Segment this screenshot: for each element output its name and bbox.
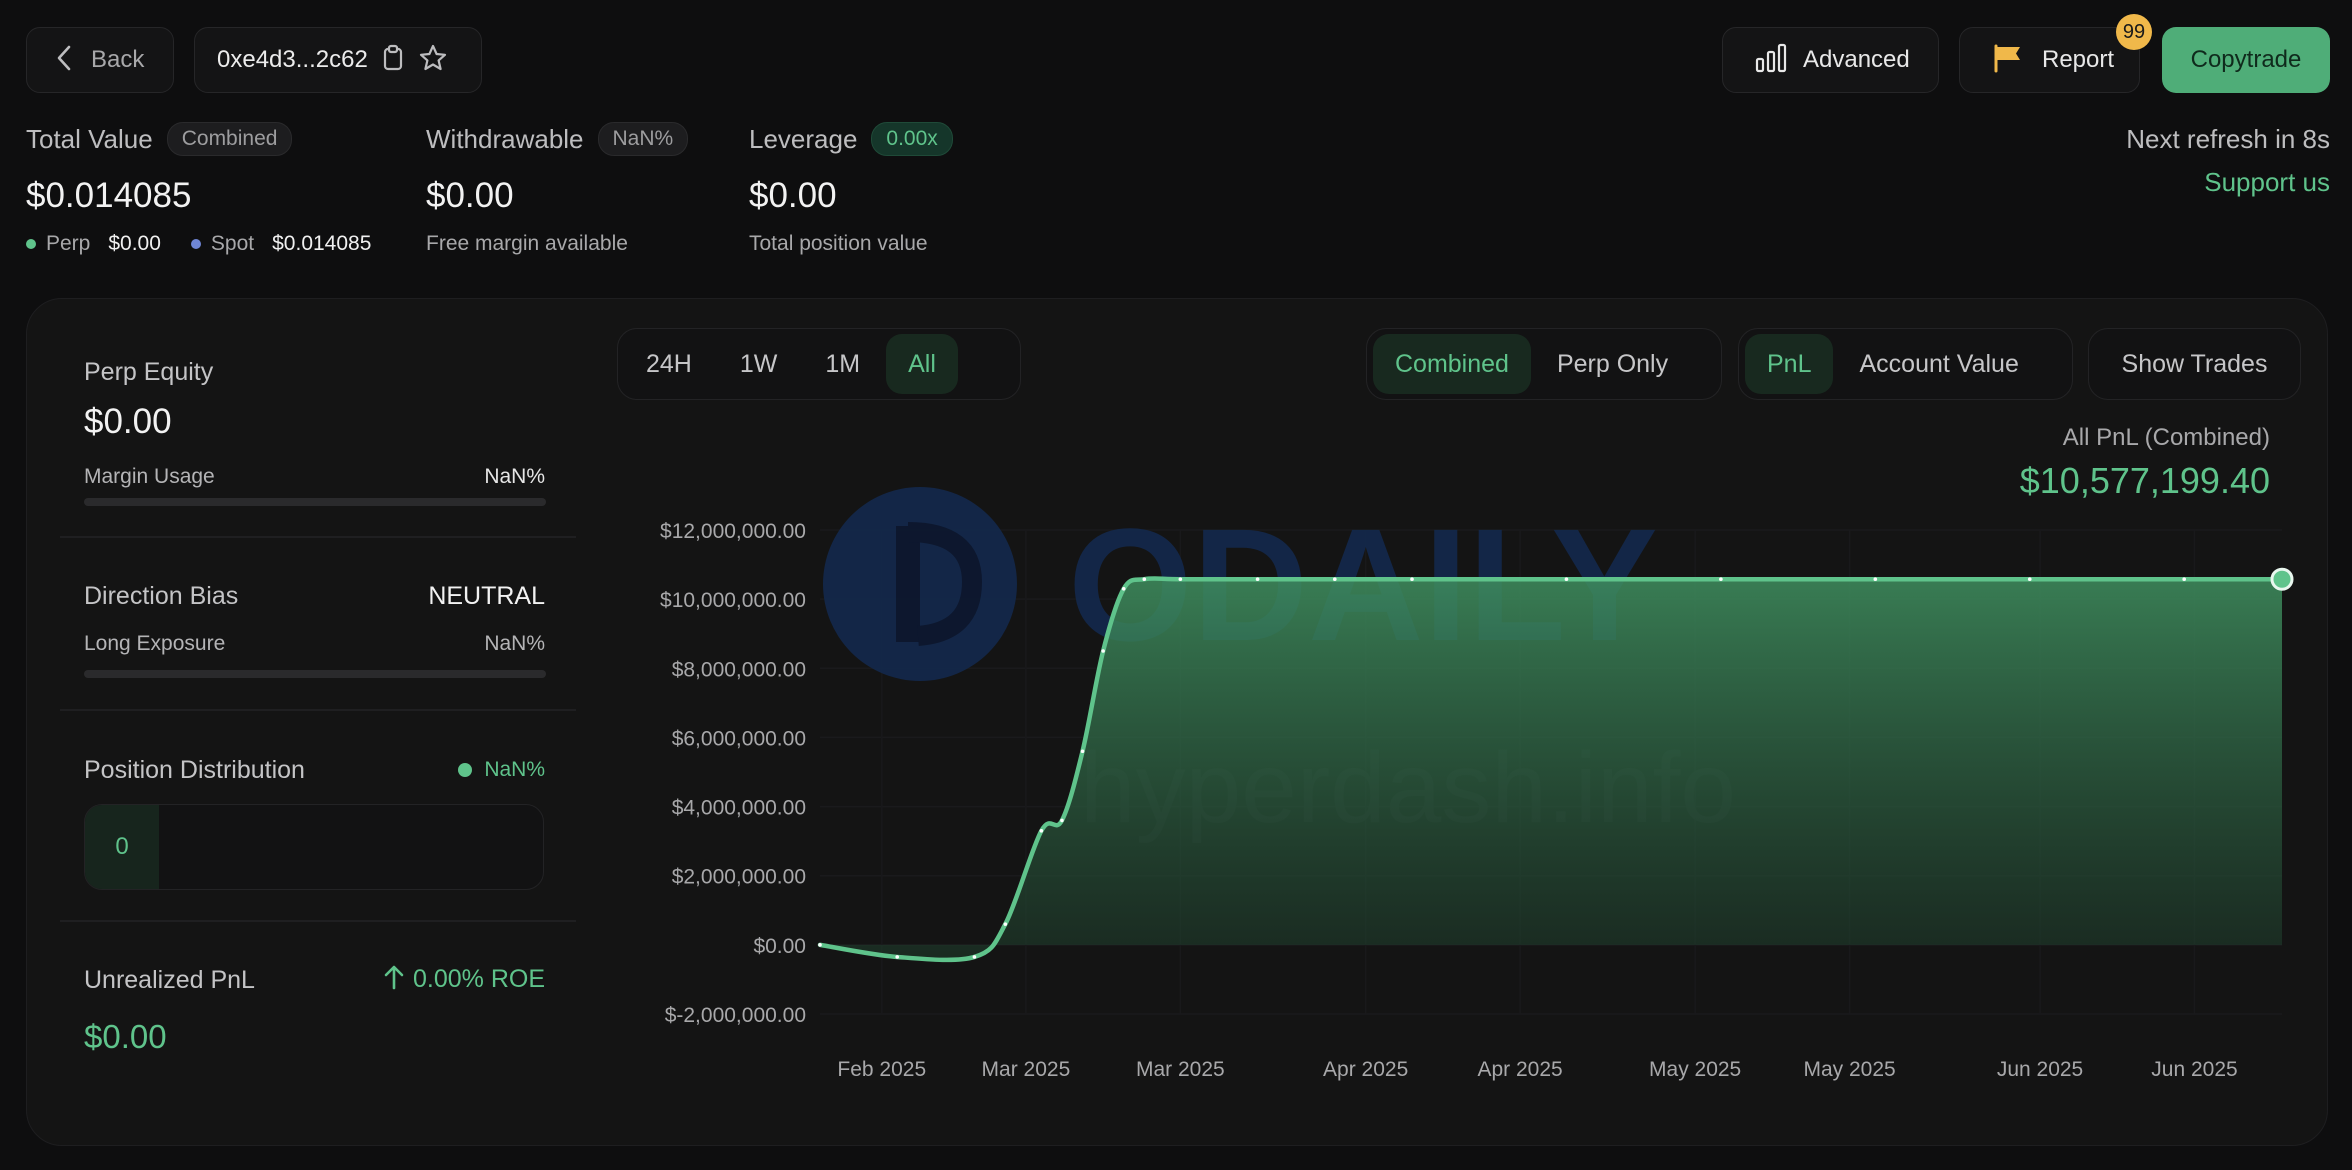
withdrawable-pill: NaN% <box>597 122 689 156</box>
perp-value: $0.00 <box>108 232 161 255</box>
report-button[interactable]: Report <box>1959 27 2140 93</box>
arrow-up-icon <box>383 964 405 995</box>
margin-usage-label: Margin Usage <box>84 465 215 488</box>
perp-dot <box>26 239 36 249</box>
scope-selector: Combined Perp Only <box>1366 328 1722 400</box>
divider <box>60 536 576 538</box>
refresh-status: Next refresh in 8s <box>2126 124 2330 154</box>
main-card <box>26 298 2328 1146</box>
copy-icon[interactable] <box>382 44 404 77</box>
position-distribution-bar: 0 <box>84 804 544 890</box>
perp-label: Perp <box>46 232 91 255</box>
advanced-button[interactable]: Advanced <box>1722 27 1939 93</box>
show-trades-button[interactable]: Show Trades <box>2088 328 2301 400</box>
direction-bias-label: Direction Bias <box>84 582 239 610</box>
total-value: $0.014085 <box>26 176 192 215</box>
divider <box>60 920 576 922</box>
leverage-pill: 0.00x <box>871 122 953 156</box>
position-count: 0 <box>115 833 129 860</box>
show-trades-label: Show Trades <box>2121 349 2268 378</box>
tab-24h[interactable]: 24H <box>624 334 714 394</box>
tab-1w[interactable]: 1W <box>718 334 800 394</box>
position-distribution-label: Position Distribution <box>84 756 305 784</box>
tab-perp-only[interactable]: Perp Only <box>1535 334 1690 394</box>
wallet-address: 0xe4d3...2c62 <box>217 46 368 73</box>
back-button[interactable]: Back <box>26 27 174 93</box>
address-chip: 0xe4d3...2c62 <box>194 27 482 93</box>
tab-pnl[interactable]: PnL <box>1745 334 1834 394</box>
long-exposure-value: NaN% <box>484 632 545 655</box>
long-exposure-bar <box>84 670 546 678</box>
unrealized-pnl-value: $0.00 <box>84 1018 167 1055</box>
chevron-left-icon <box>55 44 73 77</box>
perp-equity-value: $0.00 <box>84 402 172 441</box>
back-label: Back <box>91 46 145 73</box>
report-count: 99 <box>2122 20 2146 43</box>
pnl-summary-value: $10,577,199.40 <box>2019 460 2270 501</box>
copytrade-button[interactable]: Copytrade <box>2162 27 2330 93</box>
divider <box>60 709 576 711</box>
withdrawable-block: Withdrawable NaN% $0.00 Free margin avai… <box>426 122 689 256</box>
roe-text: 0.00% ROE <box>412 965 545 993</box>
status-dot <box>458 763 473 777</box>
leverage-value: $0.00 <box>749 176 837 215</box>
roe-indicator: 0.00% ROE <box>383 964 545 995</box>
withdrawable-sub: Free margin available <box>426 232 628 255</box>
withdrawable-label: Withdrawable <box>426 123 584 154</box>
margin-usage-value: NaN% <box>484 465 545 488</box>
long-exposure-label: Long Exposure <box>84 632 226 655</box>
bar-chart-icon <box>1755 43 1787 78</box>
spot-dot <box>190 239 201 249</box>
combined-pill: Combined <box>166 122 293 156</box>
leverage-block: Leverage 0.00x $0.00 Total position valu… <box>749 122 953 256</box>
total-value-block: Total Value Combined $0.014085 Perp $0.0… <box>26 122 371 256</box>
report-label: Report <box>2042 46 2115 73</box>
support-link[interactable]: Support us <box>2204 167 2330 198</box>
position-distribution-status: NaN% <box>458 758 545 782</box>
tab-1m[interactable]: 1M <box>803 334 882 394</box>
spot-value: $0.014085 <box>272 232 372 255</box>
tab-all[interactable]: All <box>886 334 958 394</box>
position-distribution-value: NaN% <box>484 758 545 781</box>
direction-bias-value: NEUTRAL <box>428 582 545 610</box>
leverage-sub: Total position value <box>749 232 928 255</box>
withdrawable-value: $0.00 <box>426 176 514 215</box>
position-segment: 0 <box>85 805 159 889</box>
advanced-label: Advanced <box>1803 46 1910 73</box>
tab-combined[interactable]: Combined <box>1373 334 1531 394</box>
total-value-label: Total Value <box>26 123 153 154</box>
tab-account-value[interactable]: Account Value <box>1837 334 2040 394</box>
margin-usage-bar <box>84 498 546 506</box>
pnl-summary-label: All PnL (Combined) <box>2062 424 2270 451</box>
copytrade-label: Copytrade <box>2190 46 2302 73</box>
report-count-badge: 99 <box>2116 14 2152 50</box>
perp-equity-label: Perp Equity <box>84 358 214 386</box>
flag-icon <box>1992 43 2024 78</box>
unrealized-pnl-label: Unrealized PnL <box>84 966 255 994</box>
leverage-label: Leverage <box>749 123 858 154</box>
metric-selector: PnL Account Value <box>1738 328 2073 400</box>
timeframe-selector: 24H 1W 1M All <box>617 328 1021 400</box>
star-icon[interactable] <box>418 43 448 78</box>
spot-label: Spot <box>210 232 255 255</box>
